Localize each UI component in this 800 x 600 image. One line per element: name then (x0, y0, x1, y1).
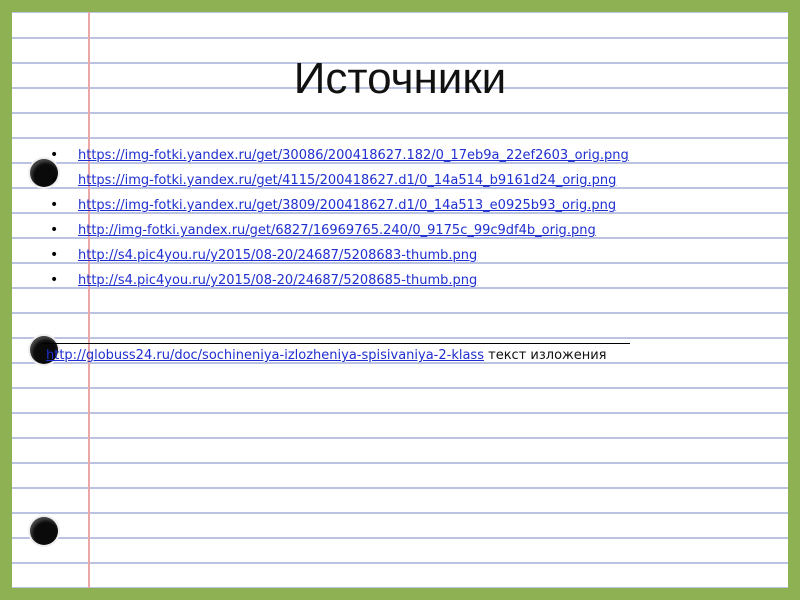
source-link[interactable]: https://img-fotki.yandex.ru/get/3809/200… (78, 198, 616, 213)
page-title: Источники (293, 54, 507, 103)
source-link[interactable]: https://img-fotki.yandex.ru/get/4115/200… (78, 173, 616, 188)
list-item: https://img-fotki.yandex.ru/get/3809/200… (50, 193, 629, 218)
source-link[interactable]: http://s4.pic4you.ru/y2015/08-20/24687/5… (78, 273, 477, 288)
list-item: https://img-fotki.yandex.ru/get/30086/20… (50, 143, 629, 168)
source-link[interactable]: https://img-fotki.yandex.ru/get/30086/20… (78, 148, 629, 163)
source-link[interactable]: http://img-fotki.yandex.ru/get/6827/1696… (78, 223, 596, 238)
list-item: https://img-fotki.yandex.ru/get/4115/200… (50, 168, 629, 193)
list-item: http://s4.pic4you.ru/y2015/08-20/24687/5… (50, 268, 629, 293)
source-list: https://img-fotki.yandex.ru/get/30086/20… (50, 143, 629, 293)
main-source-note: текст изложения (488, 348, 607, 363)
list-item: http://img-fotki.yandex.ru/get/6827/1696… (50, 218, 629, 243)
punch-hole-icon (30, 517, 58, 545)
main-source-link[interactable]: http://globuss24.ru/doc/sochineniya-izlo… (46, 348, 484, 363)
list-item: http://s4.pic4you.ru/y2015/08-20/24687/5… (50, 243, 629, 268)
main-source: http://globuss24.ru/doc/sochineniya-izlo… (46, 343, 607, 368)
notebook-page: Источники https://img-fotki.yandex.ru/ge… (12, 12, 788, 588)
source-link[interactable]: http://s4.pic4you.ru/y2015/08-20/24687/5… (78, 248, 477, 263)
